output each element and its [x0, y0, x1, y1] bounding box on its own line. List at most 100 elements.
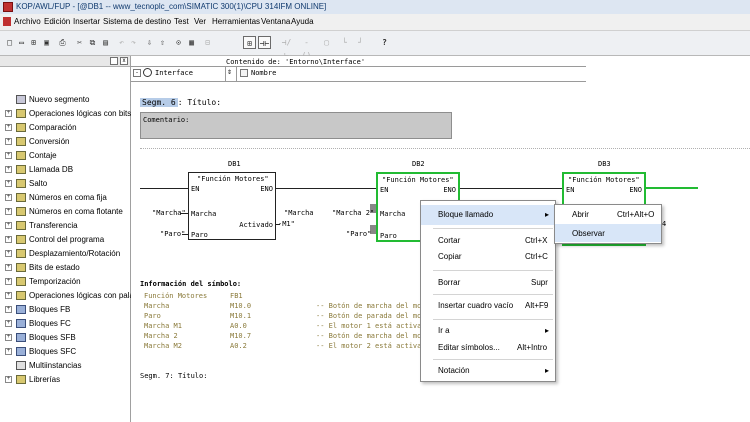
expand-icon[interactable]: +	[5, 376, 12, 383]
expand-icon[interactable]: -	[133, 69, 141, 77]
expand-icon[interactable]: +	[5, 250, 12, 257]
sidebar-item-control-programa[interactable]: + Control del programa	[2, 233, 130, 247]
menu-item-borrar[interactable]: Borrar Supr	[421, 273, 555, 293]
table-row[interactable]: Marcha M10.0 -- Botón de marcha del mot	[144, 302, 426, 312]
download-icon[interactable]: ⇩	[143, 36, 156, 49]
table-row[interactable]: Marcha M1 A0.0 -- El motor 1 está activa…	[144, 322, 426, 332]
new-network-icon[interactable]: ⊞	[243, 36, 256, 49]
expand-icon[interactable]: +	[5, 306, 12, 313]
sidebar-item-nuevo-segmento[interactable]: Nuevo segmento	[2, 93, 130, 107]
sidebar-item-bloques-fc[interactable]: + Bloques FC	[2, 317, 130, 331]
branch-open-icon[interactable]: └	[338, 36, 351, 49]
expand-icon[interactable]: +	[5, 208, 12, 215]
expand-icon[interactable]: +	[5, 222, 12, 229]
doc-icon[interactable]	[3, 17, 11, 26]
save-icon[interactable]: ▣	[40, 36, 53, 49]
table-row[interactable]: Marcha 2 M10.7 -- Botón de marcha del mo…	[144, 332, 426, 342]
sidebar-item-ops-palabra[interactable]: + Operaciones lógicas con palabra	[2, 289, 146, 303]
menu-ayuda[interactable]: Ayuda	[291, 17, 314, 26]
sidebar-item-temporizacion[interactable]: + Temporización	[2, 275, 130, 289]
expand-icon[interactable]: +	[5, 348, 12, 355]
marcha-m1-tag-cont[interactable]: -M1"	[278, 220, 295, 228]
menu-insertar[interactable]: Insertar	[73, 17, 100, 26]
expand-icon[interactable]: +	[5, 334, 12, 341]
split-icon[interactable]: ⊟	[201, 36, 214, 49]
marcha-m1-tag[interactable]: "Marcha	[284, 209, 314, 217]
menu-item-bloque-llamado[interactable]: Bloque llamado ▸	[421, 205, 555, 225]
sidebar-item-contaje[interactable]: + Contaje	[2, 149, 130, 163]
paste-icon[interactable]: ▤	[99, 36, 112, 49]
expand-icon[interactable]: +	[5, 292, 12, 299]
print-icon[interactable]: ⎙	[56, 36, 69, 49]
expand-icon[interactable]: +	[5, 166, 12, 173]
table-row[interactable]: Marcha M2 A0.2 -- El motor 2 está activa…	[144, 342, 426, 352]
sidebar-item-ops-bits[interactable]: + Operaciones lógicas con bits	[2, 107, 132, 121]
upload-icon[interactable]: ⇧	[156, 36, 169, 49]
expand-icon[interactable]: +	[5, 194, 12, 201]
sidebar-item-transferencia[interactable]: + Transferencia	[2, 219, 130, 233]
menu-ver[interactable]: Ver	[194, 17, 206, 26]
expand-icon[interactable]: +	[5, 152, 12, 159]
contact-nc-icon[interactable]: ⊣/⊢	[280, 36, 293, 60]
sidebar-item-bloques-sfc[interactable]: + Bloques SFC	[2, 345, 130, 359]
sidebar-item-bits-estado[interactable]: + Bits de estado	[2, 261, 130, 275]
menu-item-copiar[interactable]: Copiar Ctrl+C	[421, 247, 555, 267]
coil-icon[interactable]: -()	[300, 36, 313, 60]
sidebar-item-coma-flotante[interactable]: + Números en coma flotante	[2, 205, 130, 219]
copy-icon[interactable]: ⧉	[86, 36, 99, 49]
redo-icon[interactable]: ↷	[127, 36, 140, 49]
monitor-icon[interactable]: ⊙	[172, 36, 185, 49]
cut-icon[interactable]: ✂	[73, 36, 86, 49]
sidebar-item-desplazamiento[interactable]: + Desplazamiento/Rotación	[2, 247, 130, 261]
sidebar-item-coma-fija[interactable]: + Números en coma fija	[2, 191, 130, 205]
sidebar-item-multiinstancias[interactable]: Multiinstancias	[2, 359, 130, 373]
expand-icon[interactable]: +	[5, 320, 12, 327]
table-row[interactable]: Función Motores FB1	[144, 292, 243, 302]
expand-icon[interactable]: +	[5, 264, 12, 271]
menu-item-observar[interactable]: Observar	[555, 224, 661, 242]
sidebar-item-bloques-fb[interactable]: + Bloques FB	[2, 303, 130, 317]
menu-herramientas[interactable]: Herramientas	[212, 17, 260, 26]
sidebar-item-label: Operaciones lógicas con bits	[29, 109, 132, 118]
sidebar-item-librerias[interactable]: + Librerías	[2, 373, 130, 387]
next-segment-header[interactable]: Segm. 7: Título:	[140, 372, 207, 380]
expand-icon[interactable]: +	[5, 110, 12, 117]
menu-test[interactable]: Test	[174, 17, 189, 26]
expand-icon[interactable]: +	[5, 180, 12, 187]
empty-box-icon[interactable]: ▢	[320, 36, 333, 49]
menu-archivo[interactable]: Archivo	[14, 17, 41, 26]
help-icon[interactable]: ?	[378, 36, 391, 49]
comment-box[interactable]: Comentario:	[140, 112, 452, 139]
menu-item-insertar-cuadro[interactable]: Insertar cuadro vacío Alt+F9	[421, 296, 555, 316]
menu-item-abrir[interactable]: Abrir Ctrl+Alt+O	[555, 205, 661, 223]
close-icon[interactable]: x	[120, 57, 128, 65]
pane-restore-icon[interactable]	[110, 57, 118, 65]
segment-header[interactable]: Segm. 6: Título:	[140, 98, 221, 107]
expand-icon[interactable]: +	[5, 124, 12, 131]
table-row[interactable]: Paro M10.1 -- Botón de parada del mot	[144, 312, 426, 322]
expand-icon[interactable]: +	[5, 278, 12, 285]
sidebar-item-label: Comparación	[29, 123, 77, 132]
contact-no-icon[interactable]: ⊣⊢	[258, 36, 271, 49]
menu-ventana[interactable]: Ventana	[261, 17, 290, 26]
menu-sistema-destino[interactable]: Sistema de destino	[103, 17, 171, 26]
marcha2-tag[interactable]: "Marcha 2"	[332, 209, 374, 217]
sidebar-item-salto[interactable]: + Salto	[2, 177, 130, 191]
menu-item-notacion[interactable]: Notación ▸	[421, 361, 555, 381]
overview-icon[interactable]: ▦	[185, 36, 198, 49]
splitter-icon[interactable]: ⇕	[227, 69, 232, 76]
sidebar-item-comparacion[interactable]: + Comparación	[2, 121, 130, 135]
interface-label[interactable]: Interface	[155, 69, 193, 77]
expand-icon[interactable]: +	[5, 138, 12, 145]
library-icon[interactable]: ⊞	[27, 36, 40, 49]
expand-icon[interactable]: +	[5, 236, 12, 243]
branch-close-icon[interactable]: ┘	[354, 36, 367, 49]
fb-block-db1[interactable]: "Función Motores" EN ENO Marcha Activado…	[188, 172, 276, 240]
sidebar-item-conversion[interactable]: + Conversión	[2, 135, 130, 149]
paro-tag-db2[interactable]: "Paro"	[346, 230, 371, 238]
menu-item-editar-simbolos[interactable]: Editar símbolos... Alt+Intro	[421, 338, 555, 358]
menu-edicion[interactable]: Edición	[44, 17, 70, 26]
sidebar-item-bloques-sfb[interactable]: + Bloques SFB	[2, 331, 130, 345]
sidebar-item-llamada-db[interactable]: + Llamada DB	[2, 163, 130, 177]
name-column-header[interactable]: Nombre	[251, 69, 276, 77]
